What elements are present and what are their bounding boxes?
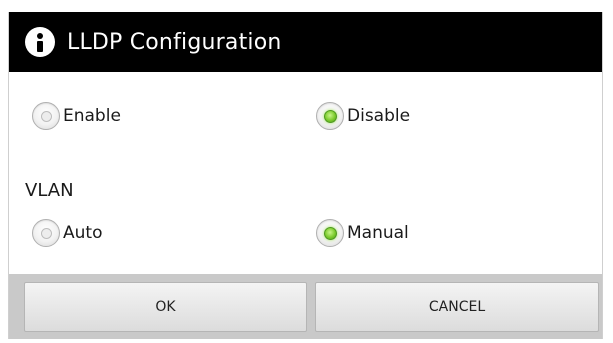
radio-button-auto[interactable] (32, 219, 60, 247)
radio-label-manual: Manual (347, 223, 409, 243)
radio-button-enable[interactable] (32, 102, 60, 130)
radio-enable[interactable]: Enable (32, 96, 121, 136)
radio-indicator-unchecked (40, 110, 52, 122)
ok-button[interactable]: OK (24, 282, 307, 332)
radio-manual[interactable]: Manual (316, 213, 409, 253)
vlan-radio-group: Auto Manual (9, 213, 602, 253)
radio-label-auto: Auto (63, 223, 103, 243)
radio-label-disable: Disable (347, 106, 411, 126)
radio-disable[interactable]: Disable (316, 96, 410, 136)
radio-button-manual[interactable] (316, 219, 344, 247)
radio-button-disable[interactable] (316, 102, 344, 130)
radio-auto[interactable]: Auto (32, 213, 102, 253)
radio-indicator-unchecked (40, 227, 52, 239)
lldp-configuration-dialog: LLDP Configuration Enable Disable VLAN A… (8, 12, 603, 339)
lldp-radio-group: Enable Disable (9, 96, 602, 136)
cancel-button[interactable]: CANCEL (315, 282, 599, 332)
dialog-titlebar: LLDP Configuration (9, 12, 602, 72)
dialog-button-bar: OK CANCEL (9, 274, 602, 339)
info-icon (25, 27, 55, 57)
radio-indicator-checked (323, 226, 337, 240)
vlan-section-label: VLAN (25, 180, 74, 201)
radio-indicator-checked (323, 109, 337, 123)
radio-label-enable: Enable (63, 106, 121, 126)
dialog-title: LLDP Configuration (67, 29, 282, 55)
